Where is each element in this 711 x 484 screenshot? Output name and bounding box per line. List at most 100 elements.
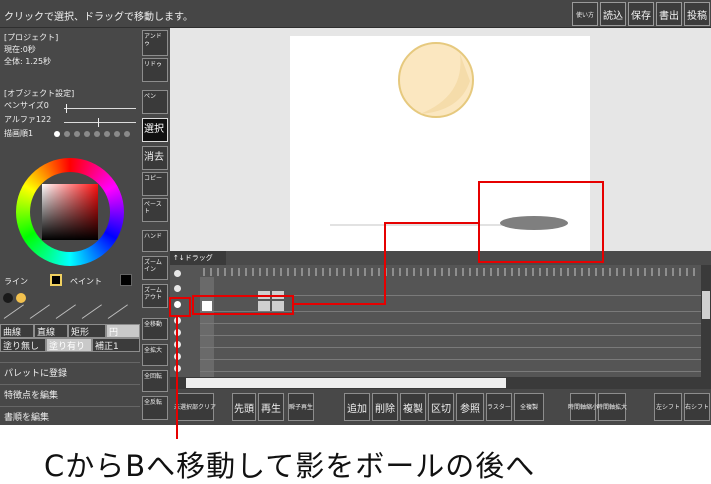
circle-button[interactable]: 円 (106, 324, 140, 338)
redo-button[interactable]: リドゥ (142, 58, 168, 82)
draw-order-dot[interactable] (114, 131, 120, 137)
time-shrink-button[interactable]: 時間軸縮小 (568, 393, 598, 421)
timeline-ruler (203, 268, 695, 276)
vertical-scroll-thumb[interactable] (702, 291, 710, 319)
erase-tool-button[interactable]: 消去 (142, 146, 168, 170)
annotation-box-timeline (192, 295, 294, 315)
onion-play-button[interactable]: 瞬子再生 (288, 393, 314, 421)
timeline[interactable] (170, 265, 711, 377)
shift-right-button[interactable]: 右シフト (684, 393, 710, 421)
horizontal-scrollbar[interactable] (170, 377, 711, 389)
no-fill-button[interactable]: 塗り無し (0, 338, 46, 352)
reference-button[interactable]: 参照 (456, 393, 484, 421)
project-header: [プロジェクト] (4, 33, 59, 42)
bottom-toolbar: 未選択部クリア 先頭 再生 瞬子再生 追加 削除 複製 区切 参照 ラスター 全… (170, 389, 711, 425)
annotation-box-layer (169, 297, 191, 317)
line-button[interactable]: 直線 (34, 324, 68, 338)
draw-order-label: 描画順1 (4, 129, 34, 138)
brush-stroke[interactable] (81, 304, 102, 319)
copy-button[interactable]: コピー (142, 172, 168, 196)
draw-order-dot[interactable] (94, 131, 100, 137)
duplicate-frame-button[interactable]: 複製 (400, 393, 426, 421)
pen-size-label: ペンサイズ0 (4, 101, 49, 110)
top-bar: クリックで選択、ドラッグで移動します。 使い方 読込 保存 書出 投稿 (0, 0, 711, 28)
draw-order-dot[interactable] (124, 131, 130, 137)
draw-order-dot-active[interactable] (54, 131, 60, 137)
playhead-column[interactable] (200, 277, 214, 377)
select-tool-button[interactable]: 選択 (142, 118, 168, 142)
delete-frame-button[interactable]: 削除 (372, 393, 398, 421)
layer-dot[interactable] (174, 285, 181, 292)
left-panel: [プロジェクト] 現在:0秒 全体: 1.25秒 [オブジェクト設定] ペンサイ… (0, 28, 140, 425)
draw-order-dot[interactable] (74, 131, 80, 137)
split-button[interactable]: 区切 (428, 393, 454, 421)
palette-color[interactable] (16, 293, 26, 303)
register-palette-item[interactable]: パレットに登録 (0, 362, 140, 382)
edit-feature-points-item[interactable]: 特徴点を編集 (0, 384, 140, 404)
total-time: 全体: 1.25秒 (4, 57, 52, 66)
save-button[interactable]: 保存 (628, 2, 654, 26)
brush-stroke[interactable] (3, 304, 24, 319)
time-expand-button[interactable]: 時間軸拡大 (597, 393, 627, 421)
shift-left-button[interactable]: 左シフト (654, 393, 682, 421)
export-button[interactable]: 書出 (656, 2, 682, 26)
scale-all-button[interactable]: 全拡大 (142, 344, 168, 366)
vertical-scrollbar[interactable] (701, 265, 711, 377)
load-button[interactable]: 読込 (600, 2, 626, 26)
annotation-pointer (176, 315, 178, 439)
smoothing-button[interactable]: 補正1 (92, 338, 140, 352)
help-button[interactable]: 使い方 (572, 2, 598, 26)
annotation-connector (384, 222, 479, 224)
undo-button[interactable]: アンドゥ (142, 30, 168, 56)
annotation-box-target (478, 181, 604, 263)
timeline-drag-tab[interactable]: ↑↓ドラッグ (170, 251, 226, 265)
caption-text: CからBへ移動して影をボールの後へ (44, 449, 536, 483)
annotation-connector (292, 303, 386, 305)
timeline-header: ↑↓ドラッグ (170, 251, 711, 265)
pen-size-handle[interactable] (66, 104, 67, 113)
alpha-label: アルファ122 (4, 115, 52, 124)
raster-button[interactable]: ラスター (486, 393, 512, 421)
brush-stroke[interactable] (107, 304, 128, 319)
first-frame-button[interactable]: 先頭 (232, 393, 256, 421)
object-settings-header: [オブジェクト設定] (4, 89, 75, 98)
brush-stroke[interactable] (55, 304, 76, 319)
zoom-out-button[interactable]: ズームアウト (142, 284, 168, 308)
draw-order-dot[interactable] (84, 131, 90, 137)
palette-color[interactable] (3, 293, 13, 303)
alpha-slider[interactable] (64, 122, 136, 123)
line-color-label: ライン (4, 277, 28, 286)
tool-column: アンドゥ リドゥ ペン 選択 消去 コピー ペースト ハンド ズームイン ズーム… (140, 28, 170, 425)
horizontal-scroll-thumb[interactable] (186, 378, 506, 388)
pen-size-slider[interactable] (64, 108, 136, 109)
duplicate-all-button[interactable]: 全複製 (514, 393, 544, 421)
alpha-handle[interactable] (98, 118, 99, 127)
annotation-connector (384, 222, 386, 305)
layer-dot[interactable] (174, 270, 181, 277)
curve-button[interactable]: 曲線 (0, 324, 34, 338)
paste-button[interactable]: ペースト (142, 198, 168, 222)
draw-order-dot[interactable] (104, 131, 110, 137)
clear-unselected-button[interactable]: 未選択部クリア (174, 393, 216, 421)
pen-tool-button[interactable]: ペン (142, 90, 168, 114)
saturation-value-picker[interactable] (42, 184, 98, 240)
flip-all-button[interactable]: 全反転 (142, 396, 168, 420)
rect-button[interactable]: 矩形 (68, 324, 106, 338)
play-button[interactable]: 再生 (258, 393, 284, 421)
hand-tool-button[interactable]: ハンド (142, 230, 168, 252)
zoom-in-button[interactable]: ズームイン (142, 256, 168, 280)
add-frame-button[interactable]: 追加 (344, 393, 370, 421)
current-time: 現在:0秒 (4, 45, 36, 54)
status-text: クリックで選択、ドラッグで移動します。 (4, 12, 193, 23)
move-all-button[interactable]: 全移動 (142, 318, 168, 340)
paint-color-swatch[interactable] (120, 274, 132, 286)
line-color-swatch[interactable] (50, 274, 62, 286)
fill-button[interactable]: 塗り有り (46, 338, 92, 352)
brush-stroke[interactable] (29, 304, 50, 319)
draw-order-dot[interactable] (64, 131, 70, 137)
canvas-area[interactable] (170, 28, 711, 258)
post-button[interactable]: 投稿 (684, 2, 710, 26)
edit-stroke-order-item[interactable]: 書順を編集 (0, 406, 140, 425)
rotate-all-button[interactable]: 全回転 (142, 370, 168, 392)
color-wheel[interactable] (16, 158, 124, 266)
